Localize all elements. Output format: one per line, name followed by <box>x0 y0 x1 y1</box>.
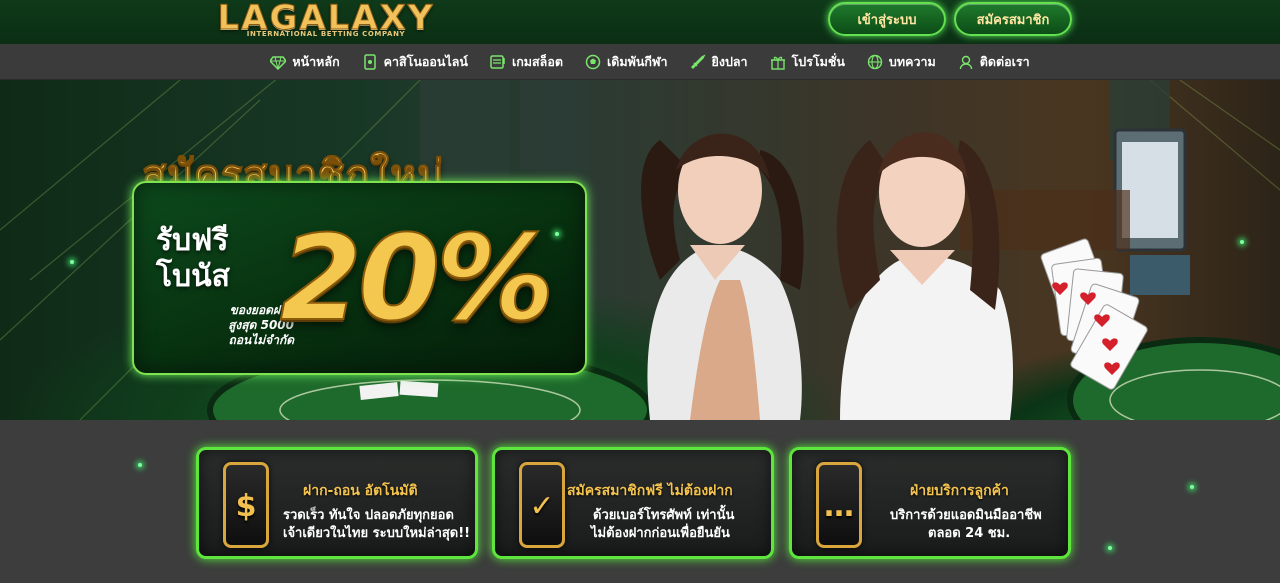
sparkle <box>138 463 142 467</box>
nav-item-fishing[interactable]: ยิงปลา <box>690 52 748 72</box>
nav-item-label: คาสิโนออนไลน์ <box>383 53 468 69</box>
bonus-line-1: รับฟรี <box>156 223 229 258</box>
feature-card-free-register[interactable]: ✓ สมัครสมาชิกฟรี ไม่ต้องฝาก ด้วยเบอร์โทร… <box>492 447 774 559</box>
card-icon <box>362 53 378 70</box>
login-button[interactable]: เข้าสู่ระบบ <box>828 2 946 36</box>
nav-item-sports[interactable]: เดิมพันกีฬา <box>585 52 668 72</box>
bonus-percent: 20% <box>279 208 555 348</box>
nav-item-label: บทความ <box>888 53 936 69</box>
nav-item-promotion[interactable]: โปรโมชั่น <box>770 52 845 72</box>
sparkle <box>1190 485 1194 489</box>
diamond-icon <box>270 54 287 70</box>
card-title: สมัครสมาชิกฟรี ไม่ต้องฝาก <box>567 483 733 499</box>
sparkle <box>555 232 559 236</box>
nav-item-label: เดิมพันกีฬา <box>606 53 668 69</box>
bonus-conditions: ของยอดฝาก สูงสุด 5000 ถอนไม่จำกัด <box>174 303 294 348</box>
globe-icon <box>867 54 883 70</box>
register-button[interactable]: สมัครสมาชิก <box>954 2 1072 36</box>
card-line-2: เจ้าเดียวในไทย ระบบใหม่ล่าสุด!! <box>283 526 471 541</box>
nav-item-casino[interactable]: คาสิโนออนไลน์ <box>362 52 468 72</box>
logo-subtitle: INTERNATIONAL BETTING COMPANY <box>246 30 406 38</box>
soccer-ball-icon <box>585 54 601 70</box>
card-line-1: บริการด้วยแอดมินมืออาชีพ <box>890 508 1042 523</box>
support-agent-icon <box>958 54 974 70</box>
card-title: ฝ่ายบริการลูกค้า <box>910 483 1009 499</box>
card-line-2: ไม่ต้องฝากก่อนเพื่อยืนยัน <box>591 526 730 541</box>
sparkle <box>70 260 74 264</box>
nav-item-label: หน้าหลัก <box>292 53 340 69</box>
card-title: ฝาก-ถอน อัตโนมัติ <box>303 483 418 499</box>
verified-check-icon: ✓ <box>519 462 565 548</box>
condition-line-2: สูงสุด 5000 <box>228 318 294 332</box>
bonus-label: รับฟรี โบนัส <box>156 223 276 295</box>
nav-item-label: โปรโมชั่น <box>791 53 845 69</box>
sparkle <box>1108 546 1112 550</box>
nav-item-contact[interactable]: ติดต่อเรา <box>958 52 1030 72</box>
feature-card-customer-service[interactable]: … ฝ่ายบริการลูกค้า บริการด้วยแอดมินมืออา… <box>789 447 1071 559</box>
nav-item-articles[interactable]: บทความ <box>867 52 936 72</box>
site-logo[interactable]: LAGALAXY INTERNATIONAL BETTING COMPANY <box>196 0 456 42</box>
gift-icon <box>770 54 786 70</box>
condition-line-3: ถอนไม่จำกัด <box>228 333 294 347</box>
site-header: LAGALAXY INTERNATIONAL BETTING COMPANY เ… <box>0 0 1280 44</box>
chat-bubble-icon: … <box>816 462 862 548</box>
nav-item-label: เกมสล็อต <box>511 53 563 69</box>
feature-card-auto-deposit[interactable]: $ ฝาก-ถอน อัตโนมัติ รวดเร็ว ทันใจ ปลอดภั… <box>196 447 478 559</box>
hero-banner[interactable]: สมัครสมาชิกใหม่ รับฟรี โบนัส ของยอดฝาก ส… <box>0 80 1280 420</box>
card-line-1: รวดเร็ว ทันใจ ปลอดภัยทุกยอด <box>283 508 454 523</box>
main-nav: หน้าหลัก คาสิโนออนไลน์ เกมสล็อต เดิมพันก… <box>0 44 1280 80</box>
nav-item-slots[interactable]: เกมสล็อต <box>490 52 563 72</box>
dollar-icon: $ <box>223 462 269 548</box>
condition-line-1: ของยอดฝาก <box>229 303 294 317</box>
card-line-1: ด้วยเบอร์โทรศัพท์ เท่านั้น <box>593 508 735 523</box>
model-left-image <box>641 133 804 420</box>
slot-machine-icon <box>490 54 506 70</box>
nav-item-label: ยิงปลา <box>711 53 748 69</box>
bonus-promo-box[interactable]: รับฟรี โบนัส ของยอดฝาก สูงสุด 5000 ถอนไม… <box>132 181 587 375</box>
nav-item-label: ติดต่อเรา <box>979 53 1030 69</box>
sparkle <box>1240 240 1244 244</box>
fish-icon <box>690 53 706 70</box>
model-right-image <box>836 132 1013 420</box>
bonus-line-2: โบนัส <box>156 259 230 294</box>
nav-item-home[interactable]: หน้าหลัก <box>270 52 340 72</box>
card-line-2: ตลอด 24 ชม. <box>928 526 1011 541</box>
